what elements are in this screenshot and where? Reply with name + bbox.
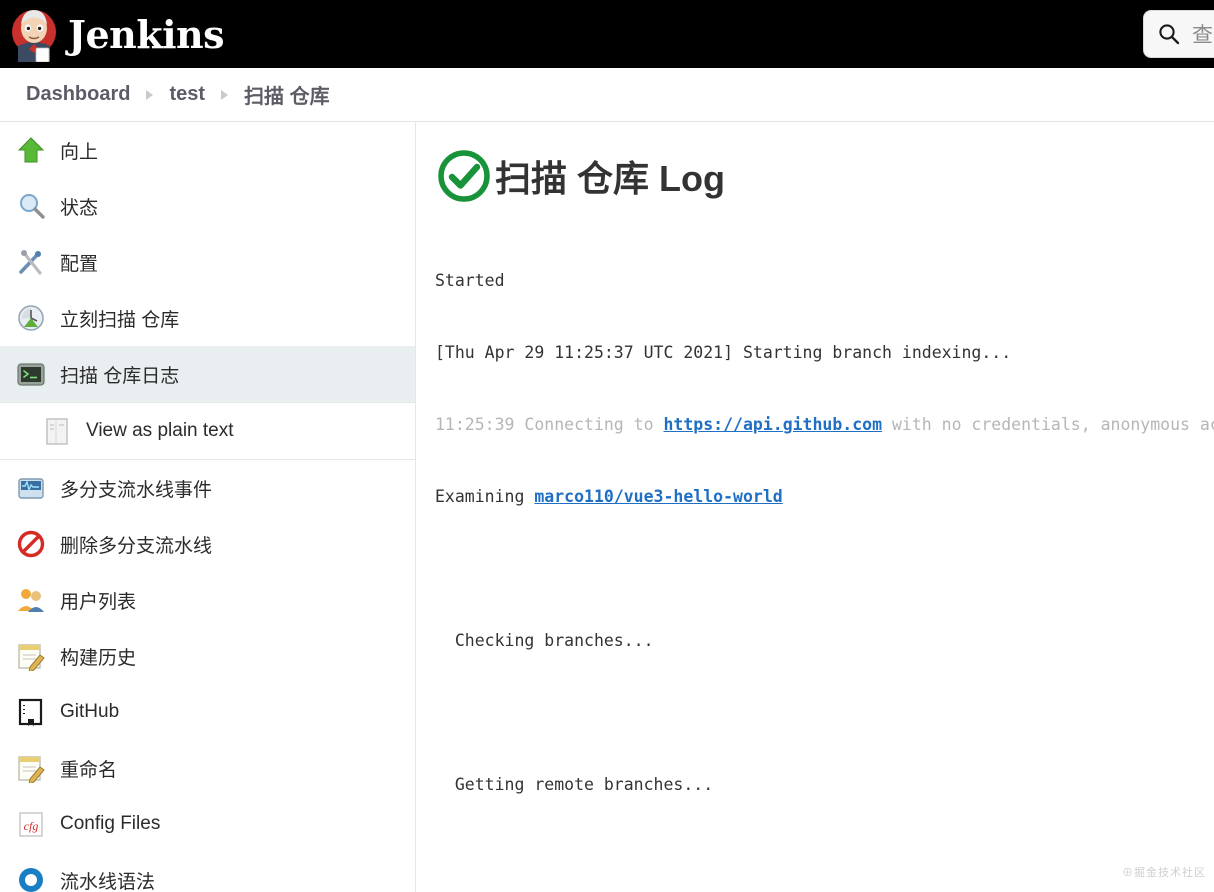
sidebar-sub-item-label: View as plain text bbox=[86, 420, 234, 441]
notepad-pencil-icon bbox=[16, 641, 46, 671]
sidebar-item-label: 多分支流水线事件 bbox=[60, 479, 213, 501]
search-box[interactable]: 查 bbox=[1143, 10, 1214, 58]
up-arrow-icon bbox=[16, 135, 46, 165]
github-book-icon bbox=[16, 697, 46, 727]
log-line: Started bbox=[435, 271, 505, 290]
log-text: 11:25:39 Connecting to bbox=[435, 415, 664, 434]
clock-scan-icon bbox=[16, 303, 46, 333]
terminal-icon bbox=[16, 359, 46, 389]
sidebar-item-label: GitHub bbox=[60, 701, 120, 722]
sidebar-item-label: 流水线语法 bbox=[60, 871, 156, 892]
sidebar-item-pipeline-syntax[interactable]: 流水线语法 bbox=[0, 852, 415, 892]
sidebar-item-label: 用户列表 bbox=[60, 591, 137, 613]
breadcrumb-item-dashboard[interactable]: Dashboard bbox=[26, 83, 130, 106]
sidebar-item-users[interactable]: 用户列表 bbox=[0, 572, 415, 628]
sidebar-item-view-plain-text[interactable]: View as plain text bbox=[0, 402, 415, 460]
sidebar-item-label: 扫描 仓库日志 bbox=[60, 365, 180, 387]
jenkins-butler-icon bbox=[8, 6, 60, 63]
sidebar-item-config-files[interactable]: cfg Config Files bbox=[0, 796, 415, 852]
notepad-pencil-icon bbox=[16, 753, 46, 783]
sidebar: 向上 状态 配置 立刻扫描 仓库 扫描 仓库日志 View as plain t… bbox=[0, 122, 416, 892]
sidebar-item-scan-now[interactable]: 立刻扫描 仓库 bbox=[0, 290, 415, 346]
sidebar-item-pipeline-events[interactable]: 多分支流水线事件 bbox=[0, 460, 415, 516]
jenkins-home-link[interactable]: Jenkins bbox=[0, 6, 225, 63]
users-icon bbox=[16, 585, 46, 615]
chevron-right-icon bbox=[221, 89, 229, 100]
sidebar-item-label: 构建历史 bbox=[60, 647, 137, 669]
top-header: Jenkins 查 bbox=[0, 0, 1214, 68]
github-api-link[interactable]: https://api.github.com bbox=[663, 415, 882, 434]
sidebar-item-build-history[interactable]: 构建历史 bbox=[0, 628, 415, 684]
sidebar-item-status[interactable]: 状态 bbox=[0, 178, 415, 234]
sidebar-item-label: 立刻扫描 仓库 bbox=[60, 309, 180, 331]
magnifier-icon bbox=[16, 191, 46, 221]
main-content: 扫描 仓库 Log Started [Thu Apr 29 11:25:37 U… bbox=[417, 122, 1214, 892]
search-icon bbox=[1158, 23, 1180, 45]
pipeline-syntax-icon bbox=[16, 865, 46, 892]
brand-title: Jenkins bbox=[68, 11, 225, 57]
sidebar-item-scan-log[interactable]: 扫描 仓库日志 bbox=[0, 346, 415, 402]
sidebar-item-label: 重命名 bbox=[60, 759, 118, 781]
log-spacer bbox=[435, 845, 1214, 869]
repository-link[interactable]: marco110/vue3-hello-world bbox=[534, 487, 782, 506]
breadcrumb-item-current[interactable]: 扫描 仓库 bbox=[244, 80, 330, 109]
svg-text:cfg: cfg bbox=[24, 819, 39, 833]
log-line: Checking branches... bbox=[435, 631, 654, 650]
wrench-screwdriver-icon bbox=[16, 247, 46, 277]
chevron-right-icon bbox=[146, 89, 154, 100]
sidebar-item-delete-pipeline[interactable]: 删除多分支流水线 bbox=[0, 516, 415, 572]
sidebar-item-up[interactable]: 向上 bbox=[0, 122, 415, 178]
page-title: 扫描 仓库 Log bbox=[495, 158, 725, 199]
log-line: [Thu Apr 29 11:25:37 UTC 2021] Starting … bbox=[435, 343, 1012, 362]
sidebar-item-github[interactable]: GitHub bbox=[0, 684, 415, 740]
log-text: Examining bbox=[435, 487, 535, 506]
console-log-output[interactable]: Started [Thu Apr 29 11:25:37 UTC 2021] S… bbox=[435, 221, 1214, 892]
watermark: ⊕掘金技术社区 bbox=[1122, 867, 1206, 879]
cfg-file-icon: cfg bbox=[16, 809, 46, 839]
log-spacer bbox=[435, 701, 1214, 725]
delete-forbidden-icon bbox=[16, 529, 46, 559]
sidebar-item-label: 删除多分支流水线 bbox=[60, 535, 213, 557]
sidebar-item-rename[interactable]: 重命名 bbox=[0, 740, 415, 796]
log-spacer bbox=[435, 557, 1214, 581]
document-icon bbox=[44, 416, 70, 446]
sidebar-item-label: 配置 bbox=[60, 253, 99, 275]
log-line: Getting remote branches... bbox=[435, 775, 714, 794]
sidebar-item-label: Config Files bbox=[60, 813, 161, 834]
sidebar-item-label: 状态 bbox=[60, 197, 99, 219]
page-title-row: 扫描 仓库 Log bbox=[417, 122, 1214, 205]
log-text: with no credentials, anonymous access bbox=[891, 415, 1214, 434]
breadcrumb-item-test[interactable]: test bbox=[169, 83, 205, 106]
green-check-circle-icon bbox=[435, 147, 493, 205]
log-line: Examining marco110/vue3-hello-world bbox=[435, 485, 1214, 509]
sidebar-item-label: 向上 bbox=[60, 141, 99, 163]
log-line: 11:25:39 Connecting to https://api.githu… bbox=[435, 413, 1214, 437]
sidebar-item-configure[interactable]: 配置 bbox=[0, 234, 415, 290]
pipeline-events-icon bbox=[16, 473, 46, 503]
breadcrumb: Dashboard test 扫描 仓库 bbox=[0, 68, 1214, 122]
search-input[interactable]: 查 bbox=[1192, 19, 1213, 49]
